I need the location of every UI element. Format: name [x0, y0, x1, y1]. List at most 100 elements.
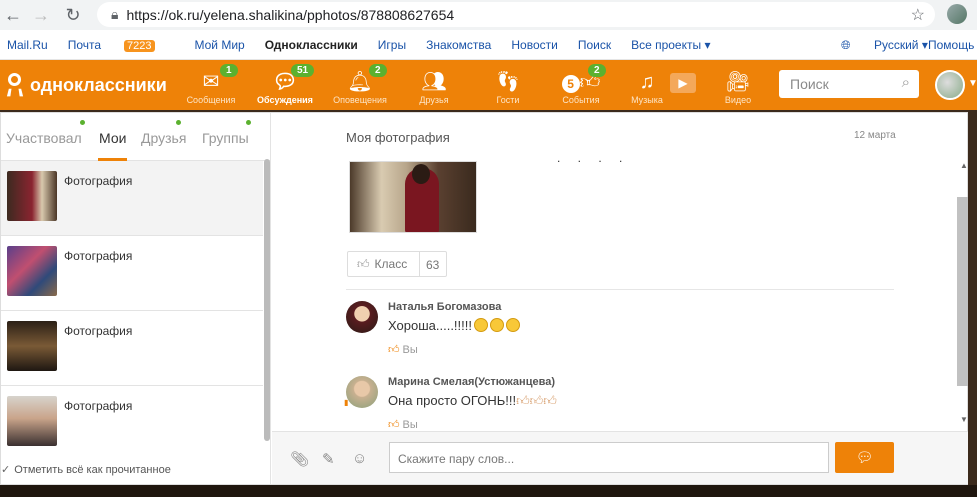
commenter-name[interactable]: Наталья Богомазова	[388, 301, 501, 313]
discussion-tabs: Участвовал Мои Друзья Группы	[1, 113, 270, 161]
portal-link-moymir[interactable]: Мой Мир	[195, 38, 245, 52]
pencil-icon[interactable]: ✎	[322, 450, 335, 468]
bookmark-star-icon[interactable]: ☆	[911, 5, 925, 25]
photo-thumbnail	[7, 396, 57, 446]
address-bar[interactable]: 🔒︎ https://ok.ru/yelena.shalikina/pphoto…	[97, 2, 935, 27]
music-note-icon: ♫	[639, 71, 655, 93]
ok-logo[interactable]: одноклассники	[6, 73, 167, 97]
post-text-dots: . . . .	[557, 151, 630, 165]
mail-count-badge: 7223	[124, 39, 155, 52]
back-arrow-icon[interactable]: ←	[2, 4, 24, 26]
lock-icon: 🔒︎	[111, 6, 119, 22]
discussions-panel: Участвовал Мои Друзья Группы Фотография …	[0, 112, 968, 485]
like-count[interactable]: 63	[426, 258, 439, 272]
thread-scrollbar-thumb[interactable]	[957, 197, 968, 386]
tab-groups[interactable]: Группы	[202, 130, 249, 146]
portal-link-dating[interactable]: Знакомства	[426, 38, 491, 52]
photo-thumbnail	[7, 246, 57, 296]
notifications-count-badge: 2	[369, 64, 387, 77]
discussion-item[interactable]: Фотография	[1, 161, 263, 236]
commenter-avatar[interactable]	[346, 301, 378, 333]
messages-count-badge: 1	[220, 64, 238, 77]
portal-bar: Mail.Ru Почта 7223 Мой Мир Одноклассники …	[0, 30, 977, 60]
nav-video[interactable]: 🎥︎ Видео	[702, 60, 774, 110]
forward-arrow-icon[interactable]: →	[30, 4, 52, 26]
comment-text: Хороша.....!!!!!	[388, 318, 520, 333]
bell-icon: 🔔︎	[347, 71, 373, 93]
video-camera-icon: 🎥︎	[725, 71, 751, 93]
portal-link-ok[interactable]: Одноклассники	[265, 38, 358, 52]
smiley-icon[interactable]: ☺	[352, 450, 367, 467]
comment-input[interactable]: Скажите пару слов...	[389, 442, 829, 473]
nav-messages[interactable]: 1 ✉ Сообщения	[175, 60, 247, 110]
nav-guests[interactable]: 👣︎ Гости	[472, 60, 544, 110]
portal-link-games[interactable]: Игры	[378, 38, 406, 52]
browser-toolbar: ← → ↻ 🔒︎ https://ok.ru/yelena.shalikina/…	[0, 0, 977, 30]
new-indicator-dot	[246, 120, 251, 125]
photo-thumbnail	[7, 171, 57, 221]
comment-text: Она просто ОГОНЬ!!!👍︎👍︎👍︎	[388, 393, 557, 408]
thumbs-up-icon: 👍︎	[388, 419, 400, 431]
commenter-avatar[interactable]	[346, 376, 378, 408]
post-title[interactable]: Моя фотография	[346, 130, 450, 145]
ok-header: одноклассники 1 ✉ Сообщения 51 💬︎ Обсужд…	[0, 60, 977, 110]
photo-thumbnail	[7, 321, 57, 371]
mobile-icon: ▮	[344, 398, 349, 407]
events-count-badge: 2	[588, 64, 606, 77]
divider	[346, 289, 894, 290]
portal-link-all-projects[interactable]: Все проекты ▾	[631, 38, 710, 52]
portal-link-mail[interactable]: Почта 7223	[68, 38, 175, 52]
page-background	[0, 485, 977, 497]
tab-mine[interactable]: Мои	[99, 130, 126, 146]
search-input[interactable]: Поиск ⌕	[779, 70, 919, 98]
reload-icon[interactable]: ↻	[62, 4, 84, 26]
tab-participated[interactable]: Участвовал	[6, 130, 82, 146]
footprints-icon: 👣︎	[495, 71, 521, 93]
discussions-count-badge: 51	[291, 64, 315, 77]
tab-friends[interactable]: Друзья	[141, 130, 186, 146]
people-icon: 👥︎	[421, 71, 447, 93]
comment-like[interactable]: 👍︎ Вы	[388, 418, 418, 431]
play-button-icon[interactable]: ▶	[670, 73, 696, 93]
user-avatar[interactable]	[935, 70, 965, 100]
list-scrollbar[interactable]	[264, 159, 270, 441]
browser-profile-avatar[interactable]	[947, 4, 967, 24]
comment-composer: 📎︎ ✎ ☺ Скажите пару слов... 💬︎	[272, 431, 968, 484]
nav-friends[interactable]: 👥︎ Друзья	[398, 60, 470, 110]
url-text: https://ok.ru/yelena.shalikina/pphotos/8…	[126, 6, 455, 23]
globe-icon: 🌐︎	[841, 38, 851, 52]
nav-notifications[interactable]: 2 🔔︎ Оповещения	[324, 60, 396, 110]
new-indicator-dot	[80, 120, 85, 125]
search-icon[interactable]: ⌕	[902, 74, 910, 91]
mark-all-read-link[interactable]: ✓ Отметить всё как прочитанное	[1, 463, 171, 476]
nav-events[interactable]: 2 5 👍︎ События	[545, 60, 617, 110]
like-button[interactable]: 👍︎ Класс 63	[347, 251, 447, 277]
chevron-down-icon[interactable]: ▼	[968, 78, 977, 89]
ok-logo-icon	[6, 73, 24, 97]
help-link[interactable]: Помощь	[928, 38, 974, 52]
comment-like[interactable]: 👍︎ Вы	[388, 343, 418, 356]
smiley-emoji	[490, 318, 504, 332]
send-chat-icon: 💬︎	[855, 449, 874, 465]
thumbs-up-emoji: 👍︎👍︎👍︎	[516, 393, 557, 408]
discussion-item[interactable]: Фотография	[1, 311, 263, 386]
thumbs-up-icon: 👍︎	[388, 344, 400, 356]
checkmark-icon: ✓	[1, 464, 11, 476]
paperclip-icon[interactable]: 📎︎	[290, 450, 309, 468]
post-photo[interactable]	[349, 161, 477, 233]
discussion-item[interactable]: Фотография	[1, 236, 263, 311]
smiley-emoji	[474, 318, 488, 332]
envelope-icon: ✉	[202, 71, 220, 93]
send-button[interactable]: 💬︎	[835, 442, 894, 473]
discussion-item[interactable]: Фотография	[1, 386, 263, 461]
portal-link-search[interactable]: Поиск	[578, 38, 611, 52]
scroll-up-arrow-icon[interactable]: ▲	[960, 161, 968, 170]
new-indicator-dot	[176, 120, 181, 125]
scroll-down-arrow-icon[interactable]: ▼	[960, 415, 968, 424]
discussions-list: Участвовал Мои Друзья Группы Фотография …	[1, 113, 271, 484]
portal-link-mailru[interactable]: Mail.Ru	[7, 38, 48, 52]
portal-link-news[interactable]: Новости	[511, 38, 557, 52]
smiley-emoji	[506, 318, 520, 332]
nav-discussions[interactable]: 51 💬︎ Обсуждения	[249, 60, 321, 110]
commenter-name[interactable]: Марина Смелая(Устюжанцева)	[388, 376, 555, 388]
